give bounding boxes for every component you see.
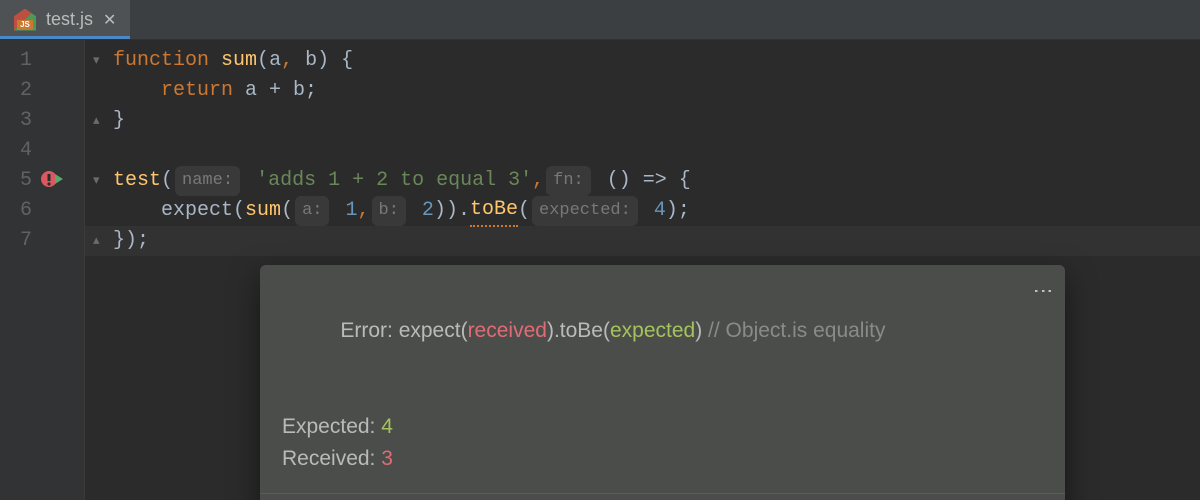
- kebab-icon[interactable]: ⋮: [1039, 281, 1047, 301]
- code-line: ▾function sum(a, b) {: [93, 46, 1200, 76]
- tab-bar: JS test.js ✕: [0, 0, 1200, 40]
- line-number: 4: [0, 136, 84, 166]
- tab-test-js[interactable]: JS test.js ✕: [0, 0, 130, 39]
- code-line: ▾ expect(sum(a: 1, b: 2)).toBe(expected:…: [93, 196, 1200, 226]
- code-line-current: ▴});: [85, 226, 1200, 256]
- fold-open-icon[interactable]: ▾: [93, 46, 107, 76]
- code-area[interactable]: ▾function sum(a, b) { ▾ return a + b; ▴}…: [85, 40, 1200, 500]
- run-test-gutter-icon[interactable]: [41, 168, 63, 190]
- inlay-hint: name:: [175, 166, 240, 196]
- line-number: 6: [0, 196, 84, 226]
- line-number: 1: [0, 46, 84, 76]
- warning-underline[interactable]: toBe: [470, 195, 518, 227]
- fold-close-icon[interactable]: ▴: [93, 226, 107, 256]
- line-number: 3: [0, 106, 84, 136]
- code-line: ▴}: [93, 106, 1200, 136]
- error-tooltip-body: Error: expect(received).toBe(expected) /…: [260, 265, 1065, 493]
- code-line: ▾: [93, 136, 1200, 166]
- error-tooltip: ⋮ Error: expect(received).toBe(expected)…: [260, 265, 1065, 500]
- editor-workspace: 1 2 3 4 5 6 7 ▾function sum(a, b) { ▾ re…: [0, 40, 1200, 500]
- line-number: 7: [0, 226, 84, 256]
- error-tooltip-footer: Debug 'adds 1 + 2 to equal 3' ⌥⇧↩ More a…: [260, 493, 1065, 500]
- inlay-hint: expected:: [532, 196, 638, 226]
- fold-close-icon[interactable]: ▴: [93, 106, 107, 136]
- inlay-hint: b:: [372, 196, 406, 226]
- gutter: 1 2 3 4 5 6 7: [0, 40, 85, 500]
- tab-filename: test.js: [46, 9, 93, 30]
- code-line: ▾ return a + b;: [93, 76, 1200, 106]
- code-line: ▾test(name: 'adds 1 + 2 to equal 3', fn:…: [93, 166, 1200, 196]
- line-number: 2: [0, 76, 84, 106]
- close-icon[interactable]: ✕: [103, 10, 116, 30]
- fold-open-icon[interactable]: ▾: [93, 166, 107, 196]
- inlay-hint: a:: [295, 196, 329, 226]
- js-file-icon: JS: [14, 9, 36, 31]
- inlay-hint: fn:: [546, 166, 591, 196]
